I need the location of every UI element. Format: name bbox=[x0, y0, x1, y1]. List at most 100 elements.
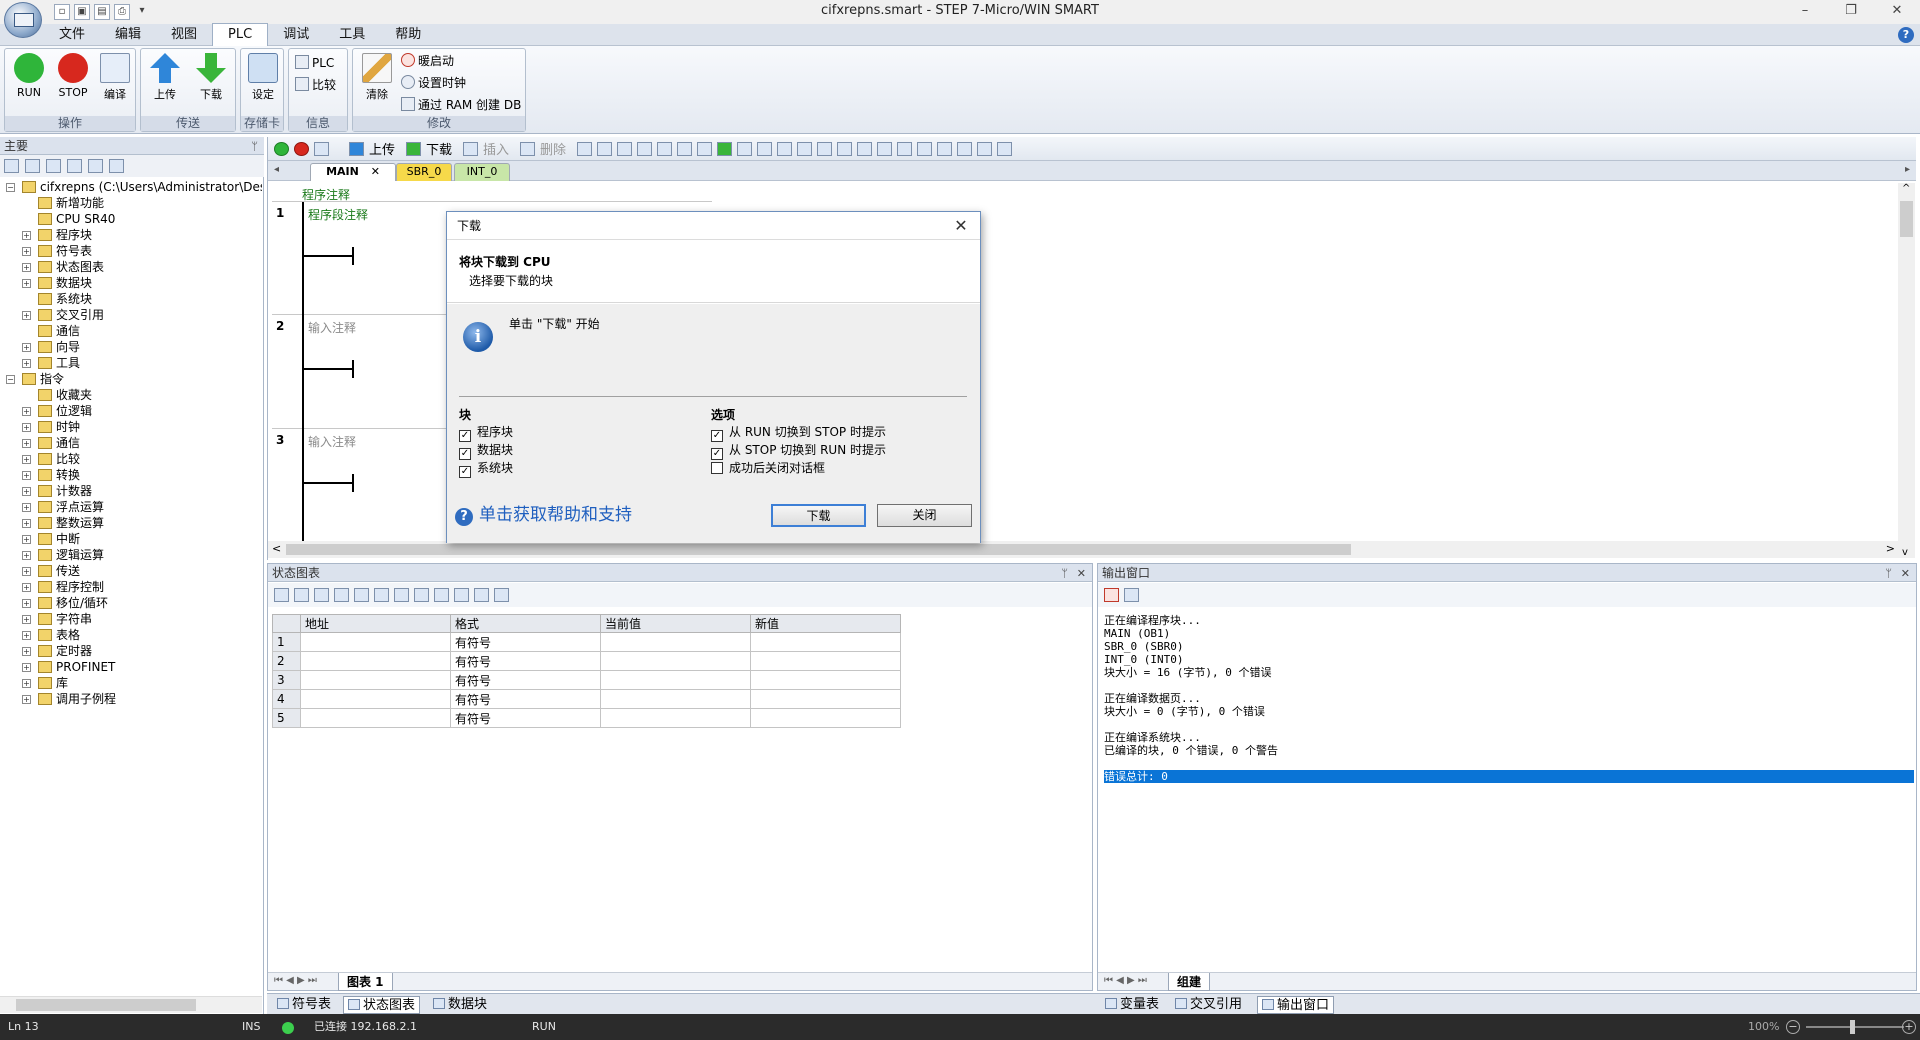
minimize-button[interactable]: – bbox=[1782, 0, 1828, 24]
unforce-all-icon[interactable] bbox=[434, 588, 449, 602]
tree-expander-icon[interactable]: + bbox=[22, 679, 31, 688]
cell-format[interactable]: 有符号 bbox=[450, 689, 601, 709]
tab-close-icon[interactable]: ✕ bbox=[371, 165, 380, 178]
table-row[interactable]: 1 有符号 bbox=[272, 632, 901, 652]
write-icon[interactable] bbox=[374, 588, 389, 602]
tree-item[interactable]: + 字符串 bbox=[0, 611, 262, 627]
cell-address[interactable] bbox=[300, 651, 451, 671]
tree-expander-icon[interactable]: + bbox=[22, 407, 31, 416]
cell-current[interactable] bbox=[600, 689, 751, 709]
dialog-close-icon[interactable]: ✕ bbox=[950, 214, 972, 238]
force-icon[interactable] bbox=[394, 588, 409, 602]
box-icon[interactable] bbox=[897, 141, 913, 156]
rung-comment[interactable]: 程序段注释 bbox=[308, 206, 368, 223]
run-small-icon[interactable] bbox=[274, 141, 289, 156]
tab-int0[interactable]: INT_0 bbox=[454, 163, 510, 181]
tree-item[interactable]: + 调用子例程 bbox=[0, 691, 262, 707]
checkbox-icon[interactable]: ✓ bbox=[711, 448, 723, 460]
cell-new[interactable] bbox=[750, 632, 901, 652]
tree-item[interactable]: + 交叉引用 bbox=[0, 307, 262, 323]
tree-item[interactable]: 通信 bbox=[0, 323, 262, 339]
contact-icon[interactable] bbox=[817, 141, 833, 156]
delete-icon[interactable] bbox=[520, 141, 536, 156]
rung-comment[interactable]: 输入注释 bbox=[308, 319, 356, 336]
trend-icon[interactable] bbox=[474, 588, 489, 602]
zoom-out-icon[interactable]: − bbox=[1786, 1020, 1800, 1034]
tree-expander-icon[interactable]: + bbox=[22, 231, 31, 240]
tab-scroll-right-icon[interactable]: ▸ bbox=[1905, 164, 1910, 175]
warm-restart-button[interactable]: 暖启动 bbox=[401, 51, 454, 71]
tree-item[interactable]: + 工具 bbox=[0, 355, 262, 371]
tree-item[interactable]: + 时钟 bbox=[0, 419, 262, 435]
pause-icon[interactable] bbox=[334, 588, 349, 602]
tab-symbol-table[interactable]: 符号表 bbox=[273, 996, 335, 1014]
compare-button[interactable]: 比较 bbox=[295, 75, 336, 95]
help-icon[interactable]: ? bbox=[1898, 27, 1914, 43]
open-folder-icon[interactable]: ▣ bbox=[74, 4, 90, 20]
dialog-download-button[interactable]: 下载 bbox=[771, 504, 866, 527]
run-button[interactable]: RUN bbox=[9, 53, 49, 113]
symbol-icon[interactable] bbox=[937, 141, 953, 156]
checkbox-icon[interactable]: ✓ bbox=[459, 466, 471, 478]
tree-item[interactable]: + 逻辑运算 bbox=[0, 547, 262, 563]
cell-current[interactable] bbox=[600, 632, 751, 652]
left-horizontal-scrollbar[interactable] bbox=[0, 996, 262, 1013]
tree-expander-icon[interactable]: + bbox=[22, 343, 31, 352]
sheet-tab-build[interactable]: 组建 bbox=[1168, 973, 1211, 991]
create-db-from-ram-button[interactable]: 通过 RAM 创建 DB bbox=[401, 95, 521, 115]
menu-debug[interactable]: 调试 bbox=[268, 24, 324, 46]
close-icon[interactable]: ✕ bbox=[1901, 565, 1910, 583]
download-small-icon[interactable] bbox=[406, 141, 422, 156]
table-row[interactable]: 3 有符号 bbox=[272, 670, 901, 690]
new-file-icon[interactable]: ▫ bbox=[54, 4, 70, 20]
tree-tool-icon[interactable] bbox=[25, 159, 40, 173]
tree-expander-icon[interactable]: + bbox=[22, 359, 31, 368]
tree-expander-icon[interactable]: − bbox=[6, 375, 15, 384]
tree-expander-icon[interactable]: + bbox=[22, 615, 31, 624]
toolbar-icon[interactable] bbox=[577, 141, 593, 156]
go-icon[interactable] bbox=[717, 141, 733, 156]
upload-button[interactable]: 上传 bbox=[145, 53, 185, 113]
lock-icon[interactable] bbox=[757, 141, 773, 156]
scroll-right-icon[interactable]: > bbox=[1886, 542, 1895, 555]
unforce-icon[interactable] bbox=[414, 588, 429, 602]
menu-file[interactable]: 文件 bbox=[44, 24, 100, 46]
tree-item[interactable]: 系统块 bbox=[0, 291, 262, 307]
tree-item[interactable]: + 状态图表 bbox=[0, 259, 262, 275]
cell-format[interactable]: 有符号 bbox=[450, 632, 601, 652]
tree-tool-icon[interactable] bbox=[67, 159, 82, 173]
tree-item[interactable]: + 中断 bbox=[0, 531, 262, 547]
tree-expander-icon[interactable]: + bbox=[22, 471, 31, 480]
checkbox-program-block[interactable]: ✓ 程序块 bbox=[459, 424, 513, 442]
cell-current[interactable] bbox=[600, 651, 751, 671]
toolbar-delete-button[interactable]: 删除 bbox=[540, 139, 566, 158]
toolbar-icon[interactable] bbox=[657, 141, 673, 156]
pin-icon[interactable]: ᛘ bbox=[251, 138, 258, 156]
tree-tool-icon[interactable] bbox=[109, 159, 124, 173]
upload-small-icon[interactable] bbox=[349, 141, 364, 156]
tree-expander-icon[interactable]: + bbox=[22, 599, 31, 608]
help-support-link[interactable]: ? 单击获取帮助和支持 bbox=[455, 500, 632, 526]
set-memory-card-button[interactable]: 设定 bbox=[243, 53, 283, 113]
pin-icon[interactable]: ᛘ bbox=[1885, 565, 1892, 583]
read-forced-icon[interactable] bbox=[454, 588, 469, 602]
tree-expander-icon[interactable]: + bbox=[22, 647, 31, 656]
tree-item[interactable]: + 符号表 bbox=[0, 243, 262, 259]
checkbox-data-block[interactable]: ✓ 数据块 bbox=[459, 442, 513, 460]
rung-comment[interactable]: 输入注释 bbox=[308, 433, 356, 450]
cell-new[interactable] bbox=[750, 651, 901, 671]
tab-sbr0[interactable]: SBR_0 bbox=[396, 163, 452, 181]
tree-item[interactable]: − 指令 bbox=[0, 371, 262, 387]
tree-expander-icon[interactable]: + bbox=[22, 439, 31, 448]
comment-icon[interactable] bbox=[917, 141, 933, 156]
tree-item[interactable]: + 表格 bbox=[0, 627, 262, 643]
tree-item[interactable]: + 程序控制 bbox=[0, 579, 262, 595]
scroll-left-icon[interactable]: < bbox=[272, 542, 281, 555]
tab-cross-reference[interactable]: 交叉引用 bbox=[1171, 996, 1246, 1014]
tab-scroll-left-icon[interactable]: ◂ bbox=[274, 164, 279, 175]
sheet-tab-chart1[interactable]: 图表 1 bbox=[338, 973, 393, 991]
tree-expander-icon[interactable]: + bbox=[22, 551, 31, 560]
checkbox-prompt-stop-to-run[interactable]: ✓ 从 STOP 切换到 RUN 时提示 bbox=[711, 442, 886, 460]
tab-status-chart[interactable]: 状态图表 bbox=[343, 996, 421, 1014]
download-button[interactable]: 下载 bbox=[191, 53, 231, 113]
